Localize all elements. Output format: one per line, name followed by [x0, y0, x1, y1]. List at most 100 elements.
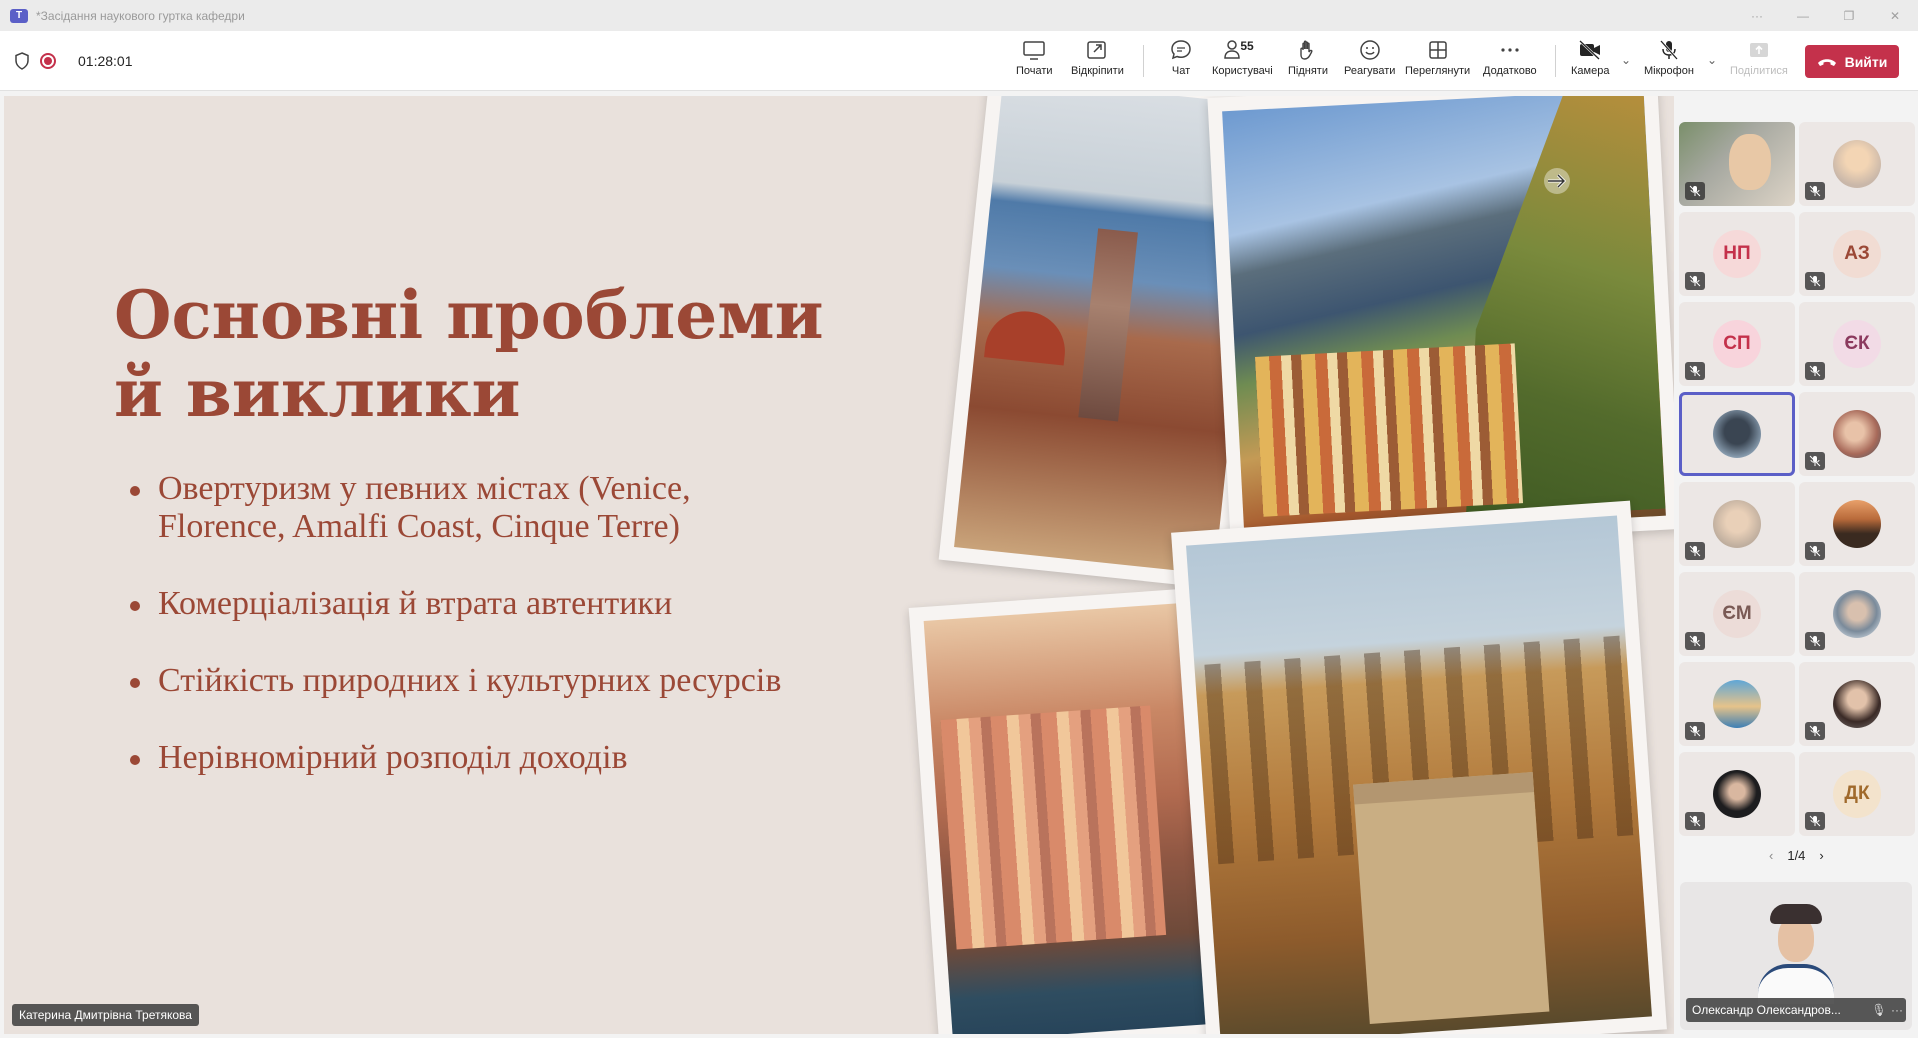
react-button[interactable]: Реагувати	[1344, 39, 1395, 85]
popout-icon	[1087, 41, 1107, 59]
hang-up-icon	[1817, 58, 1836, 66]
participant-tile[interactable]: СП	[1679, 302, 1795, 386]
presenter-name-label: Катерина Дмитрівна Третякова	[12, 1004, 199, 1026]
microphone-button[interactable]: Мікрофон	[1644, 39, 1694, 85]
mic-muted-icon	[1685, 362, 1705, 380]
participant-avatar	[1713, 680, 1761, 728]
participant-tile[interactable]	[1799, 482, 1915, 566]
next-page-icon[interactable]: ›	[1819, 848, 1823, 863]
self-view-tile[interactable]: Олександр Олександров... 🎙 ···	[1680, 882, 1912, 1030]
participant-tile-speaking[interactable]	[1679, 392, 1795, 476]
people-button[interactable]: 55 Користувачі	[1212, 39, 1273, 85]
gallery-pager: ‹ 1/4 ›	[1769, 848, 1824, 863]
mic-muted-icon	[1685, 812, 1705, 830]
window-title: *Засідання наукового гуртка кафедри	[36, 8, 245, 23]
participant-tile[interactable]: НП	[1679, 212, 1795, 296]
participant-tile[interactable]: АЗ	[1799, 212, 1915, 296]
participant-tile[interactable]: ЄМ	[1679, 572, 1795, 656]
participant-initials: ЄМ	[1713, 590, 1761, 638]
maximize-icon[interactable]: ❐	[1826, 0, 1872, 31]
camera-button[interactable]: Камера	[1571, 39, 1609, 85]
mic-muted-icon	[1685, 542, 1705, 560]
shield-icon[interactable]	[14, 52, 30, 70]
participant-tile[interactable]	[1679, 482, 1795, 566]
pointer-arrow-icon	[1544, 168, 1570, 194]
previous-page-icon[interactable]: ‹	[1769, 848, 1773, 863]
participant-tile[interactable]: ДК	[1799, 752, 1915, 836]
participant-tile[interactable]	[1799, 392, 1915, 476]
mic-muted-icon: 🎙	[1871, 1003, 1887, 1017]
participant-avatar	[1833, 590, 1881, 638]
mic-muted-icon	[1805, 632, 1825, 650]
slide-bullet: Нерівномірний розподіл доходів	[124, 739, 904, 777]
share-button[interactable]: Поділитися	[1730, 39, 1788, 85]
close-icon[interactable]: ✕	[1872, 0, 1918, 31]
mic-muted-icon	[1685, 272, 1705, 290]
present-icon	[1023, 41, 1046, 60]
self-name-bar: Олександр Олександров... 🎙 ···	[1686, 998, 1906, 1022]
colosseum-photo	[1171, 500, 1667, 1034]
participant-tile[interactable]	[1679, 662, 1795, 746]
mic-muted-icon	[1805, 272, 1825, 290]
camera-options-chevron-icon[interactable]: ⌄	[1621, 53, 1633, 67]
participant-initials: НП	[1713, 230, 1761, 278]
more-button[interactable]: Додатково	[1483, 39, 1537, 85]
mic-muted-icon	[1805, 182, 1825, 200]
page-indicator: 1/4	[1787, 848, 1806, 863]
participant-tile[interactable]	[1679, 122, 1795, 206]
window-menu-icon[interactable]: ···	[1734, 0, 1780, 31]
meeting-toolbar: 01:28:01 Почати Відкріпити Чат 55 Корист…	[0, 31, 1918, 91]
self-name-label: Олександр Олександров...	[1692, 1003, 1841, 1017]
dome-shape	[984, 307, 1069, 366]
chat-icon	[1171, 40, 1191, 60]
grid-icon	[1428, 41, 1447, 59]
participant-initials: СП	[1713, 320, 1761, 368]
mic-muted-icon	[1685, 182, 1705, 200]
participant-tile[interactable]	[1799, 662, 1915, 746]
participants-gallery: НП АЗ СП ЄК ЄМ ДК ‹ 1/4 › Олександр Олек…	[1674, 96, 1918, 1038]
participant-avatar	[1833, 410, 1881, 458]
mic-muted-icon	[1805, 362, 1825, 380]
view-button[interactable]: Переглянути	[1405, 39, 1470, 85]
window-controls: ··· — ❐ ✕	[1734, 0, 1918, 31]
participant-initials: ДК	[1833, 770, 1881, 818]
participant-tile[interactable]	[1799, 572, 1915, 656]
raise-hand-button[interactable]: Підняти	[1288, 39, 1328, 85]
mic-muted-icon	[1805, 542, 1825, 560]
participant-video-face	[1729, 134, 1771, 190]
participant-avatar	[1833, 140, 1881, 188]
mic-options-chevron-icon[interactable]: ⌄	[1707, 53, 1719, 67]
participant-avatar	[1833, 500, 1881, 548]
minimize-icon[interactable]: —	[1780, 0, 1826, 31]
slide-bullet: Овертуризм у певних містах (Venice, Flor…	[124, 470, 774, 546]
teams-logo-icon: T	[10, 8, 28, 23]
mic-muted-icon	[1805, 722, 1825, 740]
more-options-icon[interactable]: ···	[1888, 1003, 1906, 1017]
hand-icon	[1300, 40, 1313, 60]
start-button[interactable]: Почати	[1016, 39, 1053, 85]
participant-avatar	[1713, 770, 1761, 818]
popout-button[interactable]: Відкріпити	[1071, 39, 1124, 85]
slide-bullet-list: Овертуризм у певних містах (Venice, Flor…	[124, 470, 904, 816]
mic-muted-icon	[1685, 722, 1705, 740]
recording-icon	[40, 53, 56, 69]
chat-button[interactable]: Чат	[1169, 39, 1193, 85]
slide-bullet: Комерціалізація й втрата автентики	[124, 585, 904, 623]
more-icon	[1501, 48, 1519, 52]
bell-tower-shape	[1078, 228, 1138, 422]
mic-off-icon	[1660, 40, 1678, 60]
participant-initials: ЄК	[1833, 320, 1881, 368]
participant-tile[interactable]	[1679, 752, 1795, 836]
mic-muted-icon	[1685, 632, 1705, 650]
participant-tile[interactable]	[1799, 122, 1915, 206]
emoji-icon	[1359, 40, 1380, 60]
leave-button[interactable]: Вийти	[1805, 45, 1899, 78]
participant-avatar	[1713, 500, 1761, 548]
slide-bullet: Стійкість природних і культурних ресурсі…	[124, 662, 904, 700]
shared-slide: Основні проблеми й виклики Овертуризм у …	[4, 96, 1674, 1034]
window-titlebar: T *Засідання наукового гуртка кафедри ··…	[0, 0, 1918, 31]
participant-avatar	[1713, 410, 1761, 458]
participant-tile[interactable]: ЄК	[1799, 302, 1915, 386]
mic-muted-icon	[1805, 452, 1825, 470]
participant-initials: АЗ	[1833, 230, 1881, 278]
